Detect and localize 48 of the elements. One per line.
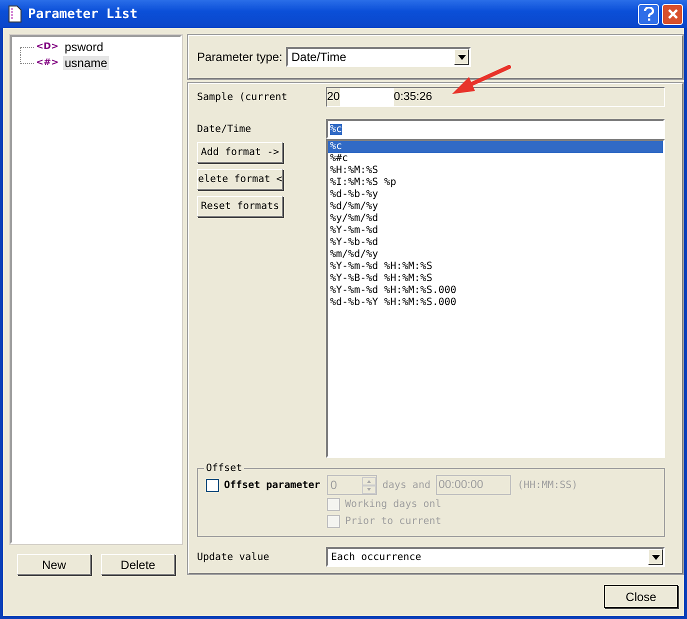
annotation-arrow bbox=[451, 65, 511, 97]
option-label: Working days onl bbox=[345, 499, 442, 510]
parameter-type-dropdown[interactable]: Date/Time bbox=[286, 47, 472, 67]
offset-parameter-label: Offset parameter bbox=[224, 480, 320, 490]
date-time-field[interactable]: %c bbox=[326, 119, 665, 139]
format-item[interactable]: %Y-%b-%d bbox=[328, 237, 663, 249]
caret-icon bbox=[652, 554, 660, 560]
format-item[interactable]: %#c bbox=[328, 153, 663, 165]
offset-checkbox[interactable] bbox=[206, 478, 219, 492]
format-item[interactable]: %H:%M:%S bbox=[328, 165, 663, 177]
format-button[interactable]: Reset formats bbox=[197, 196, 283, 217]
document-icon bbox=[8, 5, 22, 23]
update-value-dropdown[interactable]: Each occurrence bbox=[326, 547, 665, 567]
tree-item[interactable]: usname bbox=[62, 56, 110, 70]
format-item[interactable]: %Y-%m-%d %H:%M:%S.000 bbox=[328, 285, 663, 297]
format-item[interactable]: %d-%b-%Y %H:%M:%S.000 bbox=[328, 297, 663, 309]
date-time-label: Date/Time bbox=[197, 124, 252, 134]
question-icon bbox=[642, 7, 654, 21]
close-icon[interactable] bbox=[662, 4, 683, 24]
delete-button[interactable]: Delete bbox=[101, 554, 175, 575]
format-item[interactable]: %y/%m/%d bbox=[328, 213, 663, 225]
parameter-type-tag: <#> bbox=[36, 58, 59, 68]
window-title: Parameter List bbox=[28, 6, 139, 22]
format-item[interactable]: %d-%b-%y bbox=[328, 189, 663, 201]
format-item[interactable]: %Y-%m-%d bbox=[328, 225, 663, 237]
caret-icon bbox=[458, 54, 466, 60]
sample-label: Sample (current bbox=[197, 92, 288, 102]
redaction-block bbox=[340, 88, 394, 106]
parameter-type-label: Parameter type: bbox=[197, 50, 282, 64]
new-button[interactable]: New bbox=[17, 554, 91, 575]
format-item[interactable]: %m/%d/%y bbox=[328, 249, 663, 261]
parameter-type-tag: <D> bbox=[36, 42, 59, 52]
help-button[interactable] bbox=[638, 4, 659, 24]
format-item[interactable]: %I:%M:%S %p bbox=[328, 177, 663, 189]
format-item[interactable]: %d/%m/%y bbox=[328, 201, 663, 213]
close-button[interactable]: Close bbox=[604, 585, 678, 608]
format-item[interactable]: %c bbox=[328, 141, 663, 153]
format-item[interactable]: %Y-%m-%d %H:%M:%S bbox=[328, 261, 663, 273]
time-format-hint: (HH:MM:SS) bbox=[518, 480, 578, 490]
tree-item[interactable]: psword bbox=[62, 40, 106, 54]
format-button[interactable]: Add format -> bbox=[197, 142, 283, 163]
format-button[interactable]: elete format < bbox=[197, 169, 283, 190]
format-item[interactable]: %Y-%B-%d %H:%M:%S bbox=[328, 273, 663, 285]
days-label: days and bbox=[382, 480, 430, 490]
update-value-label: Update value bbox=[197, 552, 270, 562]
sample-field: 20 0:35:26 bbox=[326, 87, 665, 107]
offset-title: Offset bbox=[205, 463, 244, 474]
option-label: Prior to current bbox=[345, 516, 442, 527]
